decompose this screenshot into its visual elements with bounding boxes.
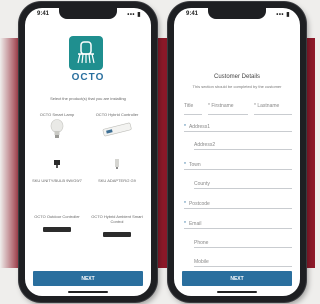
- next-button[interactable]: NEXT: [33, 271, 143, 286]
- address2-field[interactable]: Address2: [194, 136, 292, 150]
- phone-notch: [208, 8, 266, 19]
- product-item-adapter[interactable]: SKU ADAPTER/2 G9: [87, 154, 147, 183]
- field-label: Town: [188, 162, 201, 168]
- field-label: Address2: [194, 142, 216, 148]
- home-indicator: [217, 291, 257, 293]
- field-label: County: [194, 181, 210, 187]
- phone-customer-details: 9:41 ••• ▮ Customer Details This section…: [168, 2, 306, 302]
- product-item-ambient-controller[interactable]: OCTO Hybrid Ambient Smart Control: [87, 214, 147, 244]
- signal-battery-icon: ••• ▮: [276, 12, 290, 18]
- email-field[interactable]: * Email: [184, 215, 292, 229]
- product-item-outdoor-controller[interactable]: OCTO Outdoor Controller: [27, 214, 87, 239]
- title-underline: [184, 114, 202, 115]
- status-time: 9:41: [37, 11, 50, 17]
- product-item-hybrid-controller[interactable]: OCTO Hybrid Controller: [87, 112, 147, 144]
- field-label: Phone: [194, 240, 209, 246]
- product-label: SKU ADAPTER/2 G9: [98, 178, 136, 183]
- required-marker: *: [184, 124, 186, 130]
- field-label: Postcode: [188, 201, 210, 207]
- octo-logo-icon: [69, 36, 103, 70]
- next-button[interactable]: NEXT: [182, 271, 292, 286]
- product-label: OCTO Outdoor Controller: [34, 214, 80, 219]
- home-indicator: [68, 291, 108, 293]
- phone-notch: [59, 8, 117, 19]
- product-label: OCTO Hybrid Ambient Smart Control: [91, 214, 143, 224]
- product-item-bulb-base[interactable]: SKU UNITY/BULB 9W/G9/7: [27, 154, 87, 183]
- outdoor-controller-icon: [27, 221, 87, 239]
- firstname-field[interactable]: * Firstname: [208, 103, 234, 109]
- mobile-field[interactable]: Mobile: [194, 253, 292, 267]
- field-label: Mobile: [194, 259, 209, 265]
- product-label: OCTO Smart Lamp: [39, 112, 75, 117]
- field-label: Email: [188, 221, 202, 227]
- logo-wordmark: OCTO: [71, 72, 105, 83]
- page-subtitle: This section should be completed by the …: [192, 84, 282, 89]
- postcode-field[interactable]: * Postcode: [184, 195, 292, 209]
- county-field[interactable]: County: [194, 175, 292, 189]
- lastname-field[interactable]: * Lastname: [254, 103, 279, 109]
- product-label: SKU UNITY/BULB 9W/G9/7: [32, 178, 82, 183]
- status-time: 9:41: [186, 11, 199, 17]
- screen-customer-details: 9:41 ••• ▮ Customer Details This section…: [174, 8, 300, 296]
- bulb-icon: [27, 119, 87, 144]
- screen-product-select: 9:41 ••• ▮ OCTO Select the product(s) th…: [25, 8, 151, 296]
- controller-icon: [87, 119, 147, 144]
- select-instruction: Select the product(s) that you are insta…: [50, 96, 126, 101]
- required-marker: *: [184, 221, 186, 227]
- phone-product-select: 9:41 ••• ▮ OCTO Select the product(s) th…: [19, 2, 157, 302]
- lamp-base-icon: [27, 156, 87, 174]
- signal-battery-icon: ••• ▮: [127, 12, 141, 18]
- town-field[interactable]: * Town: [184, 156, 292, 170]
- adapter-icon: [87, 156, 147, 174]
- ambient-controller-icon: [87, 226, 147, 244]
- product-label: OCTO Hybrid Controller: [95, 112, 139, 117]
- lastname-underline: [254, 114, 292, 115]
- title-select[interactable]: Title: [184, 103, 193, 109]
- page-title: Customer Details: [213, 74, 260, 80]
- product-item-smart-lamp[interactable]: OCTO Smart Lamp: [27, 112, 87, 144]
- field-label: Address1: [188, 124, 211, 130]
- phone-field[interactable]: Phone: [194, 234, 292, 248]
- address1-field[interactable]: * Address1: [184, 118, 292, 132]
- firstname-underline: [208, 114, 248, 115]
- required-marker: *: [184, 162, 186, 168]
- octo-logo-graphic: [77, 41, 95, 64]
- required-marker: *: [184, 201, 186, 207]
- name-row: Title * Firstname * Lastname: [184, 103, 292, 115]
